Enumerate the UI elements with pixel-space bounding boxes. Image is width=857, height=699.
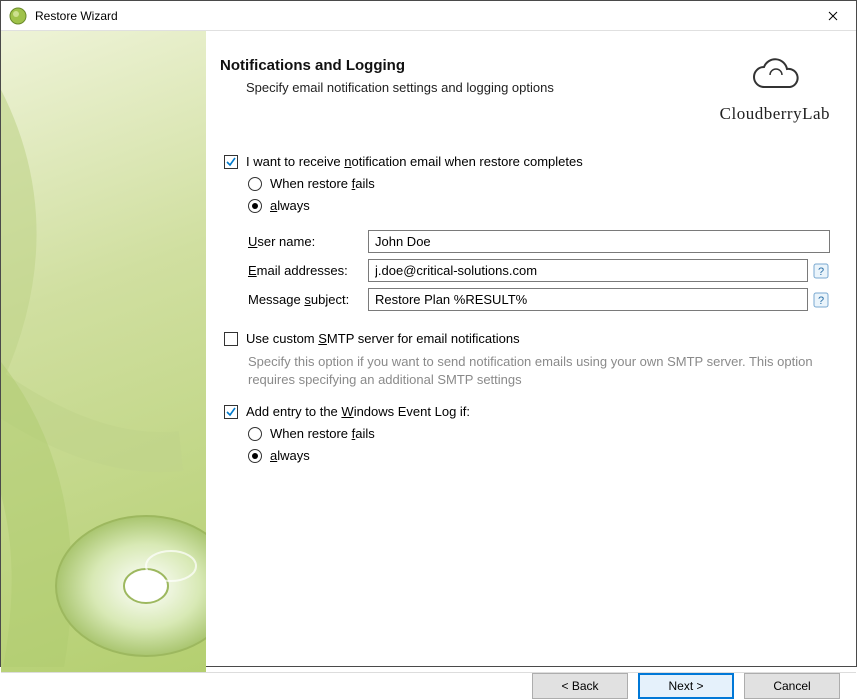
eventlog-checkbox-label: Add entry to the Windows Event Log if:: [246, 404, 470, 419]
notify-always-radio-row[interactable]: always: [248, 198, 830, 213]
notify-always-label: always: [270, 198, 310, 213]
titlebar: Restore Wizard: [1, 1, 856, 31]
notify-checkbox-row[interactable]: I want to receive notification email whe…: [224, 154, 830, 169]
eventlog-when-fails-radio-row[interactable]: When restore fails: [248, 426, 830, 441]
page-title: Notifications and Logging: [220, 57, 554, 74]
eventlog-always-radio-row[interactable]: always: [248, 448, 830, 463]
username-input[interactable]: [368, 230, 830, 253]
header-row: Notifications and Logging Specify email …: [220, 57, 830, 124]
svg-text:?: ?: [818, 295, 824, 307]
restore-wizard-window: Restore Wizard: [0, 0, 857, 667]
brand-logo: CloudberryLab: [720, 57, 830, 124]
page-subtitle: Specify email notification settings and …: [246, 80, 554, 95]
notify-when-fails-radio-row[interactable]: When restore fails: [248, 176, 830, 191]
username-row: User name:: [248, 230, 830, 253]
next-button[interactable]: Next >: [638, 673, 734, 699]
smtp-checkbox-row[interactable]: Use custom SMTP server for email notific…: [224, 331, 830, 346]
eventlog-checkbox[interactable]: [224, 405, 238, 419]
brand-name: CloudberryLab: [720, 104, 830, 124]
subject-help-button[interactable]: ?: [812, 291, 830, 309]
window-title: Restore Wizard: [35, 9, 810, 23]
main-content: Notifications and Logging Specify email …: [206, 31, 856, 672]
notify-always-radio[interactable]: [248, 199, 262, 213]
form: I want to receive notification email whe…: [220, 154, 830, 470]
decorative-art: [1, 31, 206, 667]
close-icon: [828, 11, 838, 21]
smtp-checkbox-label: Use custom SMTP server for email notific…: [246, 331, 520, 346]
email-help-button[interactable]: ?: [812, 262, 830, 280]
cancel-button[interactable]: Cancel: [744, 673, 840, 699]
smtp-hint: Specify this option if you want to send …: [248, 353, 830, 388]
username-label: User name:: [248, 234, 368, 249]
notify-checkbox[interactable]: [224, 155, 238, 169]
smtp-checkbox[interactable]: [224, 332, 238, 346]
eventlog-always-radio[interactable]: [248, 449, 262, 463]
footer: < Back Next > Cancel: [1, 672, 856, 699]
wizard-side-art: [1, 31, 206, 672]
eventlog-when-fails-label: When restore fails: [270, 426, 375, 441]
email-label: Email addresses:: [248, 263, 368, 278]
body: Notifications and Logging Specify email …: [1, 31, 856, 672]
eventlog-when-fails-radio[interactable]: [248, 427, 262, 441]
eventlog-checkbox-row[interactable]: Add entry to the Windows Event Log if:: [224, 404, 830, 419]
close-button[interactable]: [810, 1, 856, 31]
notify-checkbox-label: I want to receive notification email whe…: [246, 154, 583, 169]
notify-when-fails-label: When restore fails: [270, 176, 375, 191]
email-row: Email addresses: ?: [248, 259, 830, 282]
cloud-icon: [746, 57, 804, 97]
help-icon: ?: [813, 263, 829, 279]
app-icon: [9, 7, 27, 25]
eventlog-always-label: always: [270, 448, 310, 463]
email-input[interactable]: [368, 259, 808, 282]
back-button[interactable]: < Back: [532, 673, 628, 699]
subject-input[interactable]: [368, 288, 808, 311]
notify-when-fails-radio[interactable]: [248, 177, 262, 191]
subject-label: Message subject:: [248, 292, 368, 307]
header-text: Notifications and Logging Specify email …: [220, 57, 554, 95]
subject-row: Message subject: ?: [248, 288, 830, 311]
svg-text:?: ?: [818, 266, 824, 278]
help-icon: ?: [813, 292, 829, 308]
